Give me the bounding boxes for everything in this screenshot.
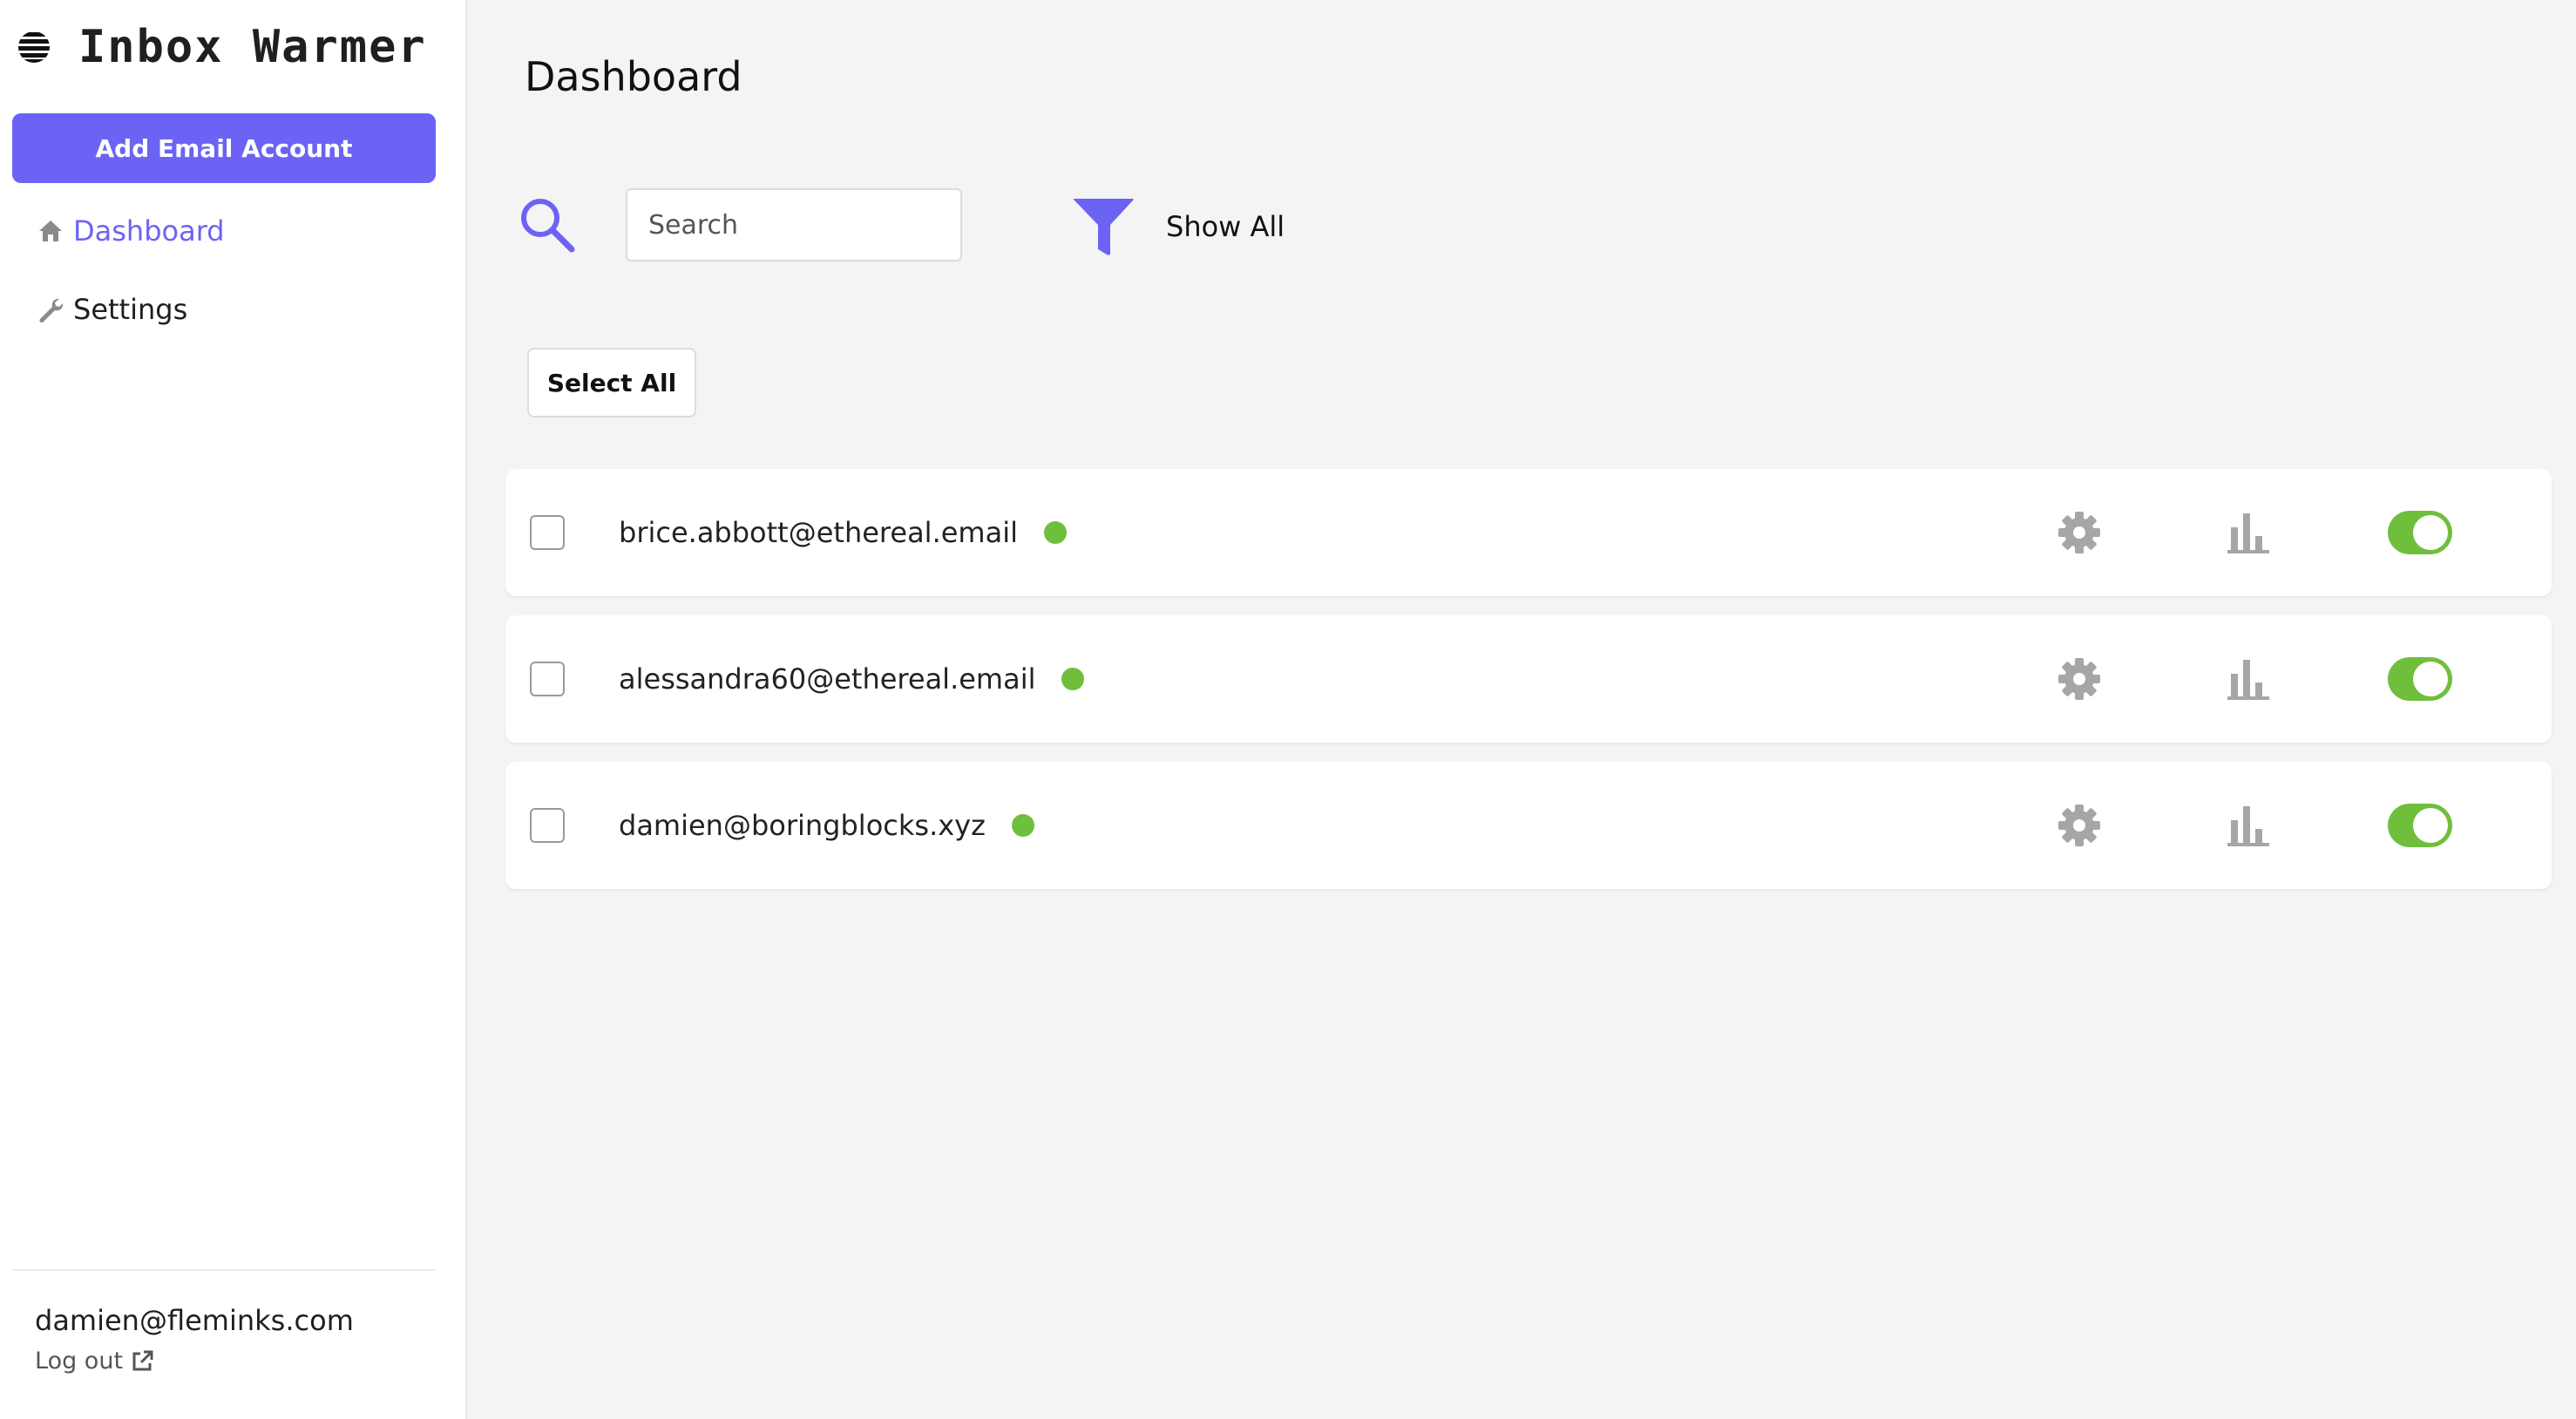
account-row: brice.abbott@ethereal.email [505, 469, 2552, 596]
account-email: alessandra60@ethereal.email [619, 662, 1036, 696]
enable-toggle[interactable] [2388, 804, 2452, 847]
bar-chart-icon[interactable] [2227, 805, 2269, 846]
status-dot [1043, 521, 1067, 544]
enable-toggle[interactable] [2388, 657, 2452, 701]
external-link-icon [132, 1350, 153, 1370]
select-all-button[interactable]: Select All [527, 348, 696, 418]
toggle-knob [2413, 808, 2448, 843]
add-email-account-button[interactable]: Add Email Account [12, 113, 436, 183]
filter-label: Show All [1166, 210, 1285, 243]
gear-icon[interactable] [2057, 510, 2102, 555]
bar-chart-icon[interactable] [2227, 658, 2269, 700]
sidebar-divider [12, 1269, 436, 1271]
search-input[interactable] [626, 188, 962, 261]
row-checkbox[interactable] [530, 515, 565, 550]
bar-chart-icon[interactable] [2227, 512, 2269, 553]
row-checkbox[interactable] [530, 808, 565, 843]
account-row: damien@boringblocks.xyz [505, 762, 2552, 889]
toggle-knob [2413, 515, 2448, 550]
account-email: brice.abbott@ethereal.email [619, 516, 1018, 549]
user-email: damien@fleminks.com [35, 1304, 354, 1337]
enable-toggle[interactable] [2388, 511, 2452, 554]
status-dot [1061, 668, 1085, 690]
row-checkbox[interactable] [530, 662, 565, 696]
sidebar-item-settings[interactable]: Settings [37, 289, 187, 330]
account-email-container: damien@boringblocks.xyz [619, 762, 1034, 889]
home-icon [39, 221, 62, 241]
filter-icon [1073, 199, 1134, 255]
filter-show-all[interactable]: Show All [1072, 195, 1285, 258]
logout-link[interactable]: Log out [35, 1348, 154, 1375]
gear-icon[interactable] [2057, 656, 2102, 702]
gear-icon[interactable] [2057, 803, 2102, 848]
app-title: Inbox Warmer [78, 21, 427, 73]
sidebar-item-label: Settings [73, 293, 188, 326]
wrench-icon [39, 298, 64, 322]
toggle-knob [2413, 662, 2448, 696]
account-email: damien@boringblocks.xyz [619, 809, 986, 842]
sidebar: Inbox Warmer Add Email Account Dashboard… [0, 0, 467, 1419]
account-email-container: brice.abbott@ethereal.email [619, 469, 1067, 596]
search-icon[interactable] [516, 194, 579, 256]
brand: Inbox Warmer [17, 19, 427, 75]
account-email-container: alessandra60@ethereal.email [619, 615, 1085, 743]
status-dot [1011, 814, 1034, 837]
sidebar-item-label: Dashboard [73, 214, 225, 248]
logo-icon [18, 32, 50, 63]
sidebar-item-dashboard[interactable]: Dashboard [37, 210, 225, 252]
page-title: Dashboard [525, 52, 742, 100]
logout-label: Log out [35, 1348, 124, 1375]
account-row: alessandra60@ethereal.email [505, 615, 2552, 743]
